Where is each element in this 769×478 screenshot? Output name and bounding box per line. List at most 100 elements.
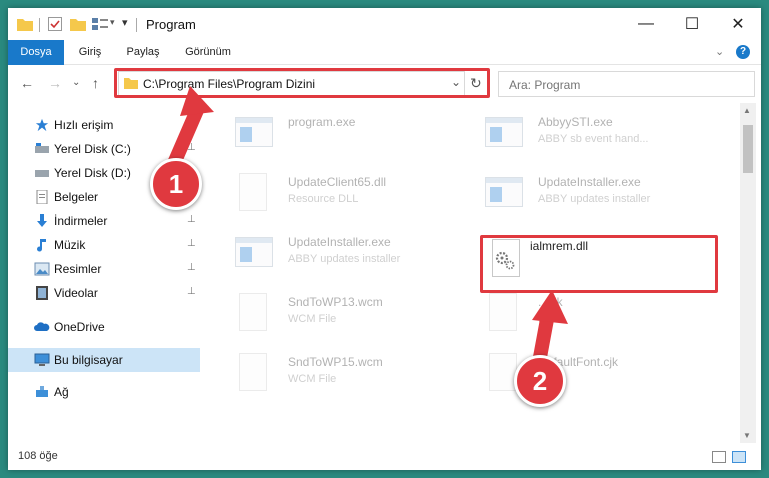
sidebar-item-label: Yerel Disk (D:) (54, 166, 131, 180)
help-icon[interactable]: ? (736, 45, 750, 59)
sidebar-item-pictures[interactable]: Resimler ⊥ (8, 257, 200, 281)
navigation-pane: Hızlı erişim Yerel Disk (C:) ⊥ Yerel Dis… (8, 103, 200, 443)
file-name: program.exe (288, 115, 356, 129)
item-count: 108 öğe (18, 450, 58, 462)
list-item[interactable]: UpdateClient65.dll Resource DLL (233, 171, 473, 221)
sidebar-item-label: Bu bilgisayar (54, 353, 123, 367)
sidebar-item-label: Yerel Disk (C:) (54, 142, 131, 156)
file-name: ...cjk (538, 295, 563, 309)
videos-icon (36, 286, 48, 300)
drive-icon (35, 143, 49, 153)
file-name: SndToWP15.wcm (288, 355, 383, 369)
sidebar-item-label: Ağ (54, 385, 69, 399)
file-type: ...File (538, 313, 565, 325)
file-type: ABBY sb event hand... (538, 133, 649, 145)
drive-icon (35, 170, 49, 177)
tab-view[interactable]: Görünüm (178, 40, 238, 64)
pin-icon[interactable]: ⊥ (187, 262, 196, 273)
music-icon (37, 239, 46, 252)
computer-icon (34, 353, 50, 366)
list-item[interactable]: UpdateInstaller.exe ABBY updates install… (233, 231, 473, 281)
pin-icon[interactable]: ⊥ (187, 142, 196, 153)
sidebar-item-label: İndirmeler (54, 214, 108, 228)
dll-file-icon (233, 171, 273, 215)
address-highlight-box (114, 68, 490, 98)
sidebar-item-quick-access[interactable]: Hızlı erişim (8, 113, 200, 137)
properties-icon[interactable] (48, 17, 62, 31)
pin-icon[interactable]: ⊥ (187, 214, 196, 225)
expand-ribbon-icon[interactable]: ⌄ (715, 45, 724, 58)
title-bar: ▾ ▾ Program — ☐ ✕ (8, 8, 761, 40)
view-options-icon[interactable] (92, 17, 108, 31)
callout-badge-2: 2 (514, 355, 566, 407)
star-icon (35, 118, 49, 132)
file-type: WCM File (288, 313, 337, 325)
sidebar-item-label: Resimler (54, 262, 102, 276)
search-box[interactable] (498, 71, 755, 97)
file-name: UpdateInstaller.exe (538, 175, 641, 189)
tab-home[interactable]: Giriş (70, 40, 110, 64)
navigation-bar: ← → ⌄ ↑ C:\Program Files\Program Dizini … (8, 65, 761, 99)
maximize-button[interactable]: ☐ (669, 8, 715, 40)
large-icons-view-icon[interactable] (732, 451, 746, 463)
details-view-icon[interactable] (712, 451, 726, 463)
exe-file-icon (483, 111, 523, 155)
exe-file-icon (233, 111, 273, 155)
file-name: SndToWP13.wcm (288, 295, 383, 309)
list-item[interactable]: AbbyySTI.exe ABBY sb event hand... (483, 111, 723, 161)
file-type: ABBY updates installer (538, 193, 651, 205)
sidebar-item-onedrive[interactable]: OneDrive (8, 315, 200, 339)
callout-badge-1: 1 (150, 158, 202, 210)
download-icon (37, 214, 47, 227)
forward-button[interactable]: → (48, 75, 62, 91)
file-type: ABBY updates installer (288, 253, 401, 265)
list-item[interactable]: program.exe (233, 111, 473, 161)
sidebar-item-label: OneDrive (54, 320, 105, 334)
file-highlight-box (480, 235, 718, 293)
quick-access-dropdown-icon[interactable]: ▾ (110, 17, 115, 28)
file-name: AbbyySTI.exe (538, 115, 613, 129)
explorer-window: ▾ ▾ Program — ☐ ✕ Dosya Giriş Paylaş Gör… (8, 8, 761, 470)
close-button[interactable]: ✕ (715, 8, 761, 40)
sidebar-item-downloads[interactable]: İndirmeler ⊥ (8, 209, 200, 233)
cjk-file-icon (483, 291, 523, 335)
pin-icon[interactable]: ⊥ (187, 238, 196, 249)
scroll-thumb[interactable] (743, 125, 753, 173)
minimize-button[interactable]: — (623, 8, 669, 40)
sidebar-item-network[interactable]: Ağ (8, 380, 200, 404)
search-input[interactable] (507, 74, 711, 96)
vertical-scrollbar[interactable]: ▲ ▼ (740, 103, 756, 443)
exe-file-icon (233, 231, 273, 275)
up-button[interactable]: ↑ (92, 75, 99, 91)
file-name: UpdateClient65.dll (288, 175, 387, 189)
cloud-icon (34, 322, 50, 331)
exe-file-icon (483, 171, 523, 215)
list-item[interactable]: UpdateInstaller.exe ABBY updates install… (483, 171, 723, 221)
file-type: Resource DLL (288, 193, 359, 205)
list-item[interactable]: SndToWP15.wcm WCM File (233, 351, 473, 401)
list-item[interactable]: ...cjk ...File (483, 291, 723, 341)
scroll-down-icon[interactable]: ▼ (743, 431, 751, 440)
documents-icon (36, 190, 48, 204)
file-type: WCM File (288, 373, 337, 385)
network-icon (36, 386, 48, 397)
back-button[interactable]: ← (20, 75, 34, 91)
sidebar-item-music[interactable]: Müzik ⊥ (8, 233, 200, 257)
sidebar-item-label: Hızlı erişim (54, 118, 114, 132)
scroll-up-icon[interactable]: ▲ (743, 106, 751, 115)
wcm-file-icon (233, 351, 273, 395)
sidebar-item-label: Belgeler (54, 190, 99, 204)
sidebar-item-videos[interactable]: Videolar ⊥ (8, 281, 200, 305)
sidebar-item-label: Müzik (54, 238, 86, 252)
ribbon-tabs: Dosya Giriş Paylaş Görünüm ⌄ ? (8, 40, 761, 90)
new-folder-icon[interactable] (70, 17, 86, 31)
tab-share[interactable]: Paylaş (120, 40, 166, 64)
list-item[interactable]: SndToWP13.wcm WCM File (233, 291, 473, 341)
customize-toolbar-icon[interactable]: ▾ (122, 16, 128, 29)
window-title: Program (146, 17, 196, 32)
sidebar-item-label: Videolar (54, 286, 98, 300)
recent-locations-button[interactable]: ⌄ (72, 77, 80, 88)
status-bar: 108 öğe (8, 444, 761, 470)
sidebar-item-this-pc[interactable]: Bu bilgisayar (8, 348, 200, 372)
pin-icon[interactable]: ⊥ (187, 286, 196, 297)
